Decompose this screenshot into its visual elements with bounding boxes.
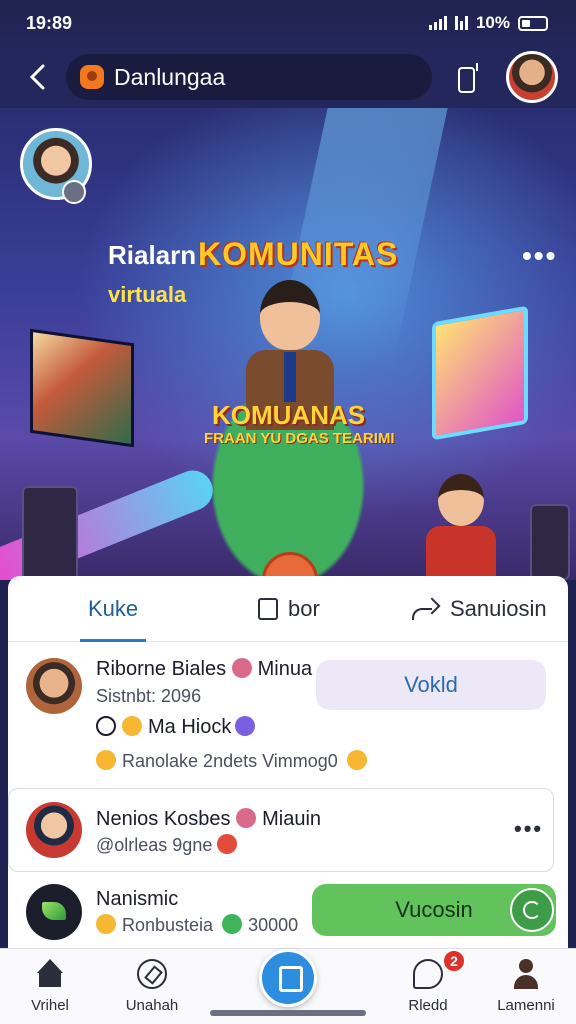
person-icon <box>511 959 541 989</box>
community-title: Danlungaa <box>114 63 226 90</box>
hero-logo-tagline: FRAAN YU DGAS TEARIMI <box>204 430 395 447</box>
top-nav: Danlungaa <box>0 46 576 108</box>
tab-sanuiosin[interactable]: Sanuiosin <box>412 576 547 642</box>
feed-item-title-suffix: Minua <box>257 658 313 680</box>
user-avatar[interactable] <box>26 884 82 940</box>
status-bar: 19:89 10% <box>0 0 576 46</box>
community-icon <box>80 65 104 89</box>
feed-item-line: Ma <box>148 716 176 738</box>
battery-percent: 10% <box>475 13 510 32</box>
nav-label: Lamenni <box>497 997 555 1014</box>
compass-icon <box>137 959 167 989</box>
share-arrow-icon <box>412 598 438 620</box>
smile-emoji-icon <box>96 750 116 770</box>
feed-card: Kuke bor Sanuiosin Riborne Biales Minua … <box>8 576 568 956</box>
green-arrow-icon <box>222 914 243 934</box>
signal-icon <box>428 16 447 30</box>
feed-item-line-suffix: Hiock <box>181 716 232 738</box>
purple-badge-icon <box>235 716 256 736</box>
speaker-illustration <box>22 486 78 580</box>
feed-item-reactions: Ma Hiock <box>96 716 261 739</box>
feed-item-stats: Ranolake 2ndets Vimmog0 <box>96 750 373 772</box>
status-time: 19:89 <box>26 12 73 33</box>
smile-emoji-icon <box>96 914 116 934</box>
feed-item-title: Nanismic <box>96 888 179 910</box>
feed-item-name: Nenios Kosbes <box>96 808 231 830</box>
home-indicator[interactable] <box>210 1010 366 1016</box>
user-avatar[interactable] <box>26 802 82 858</box>
hero-banner[interactable]: Rialarn KOMUNITAS virtuala ••• KOMUANAS … <box>0 108 576 580</box>
hero-title-prefix: Rialarn <box>108 240 197 270</box>
nav-profile[interactable]: Lamenni <box>486 959 566 1014</box>
feed-item-name: Riborne Biales <box>96 658 227 680</box>
create-post-button[interactable] <box>259 949 317 1007</box>
notification-badge: 2 <box>442 949 466 973</box>
back-button[interactable] <box>14 53 62 101</box>
feed-item-stats-text: Ranolake 2ndets Vimmog0 <box>122 751 338 771</box>
nav-label: Unahah <box>125 997 179 1014</box>
red-badge-icon <box>217 834 238 854</box>
status-icons: 10% <box>428 13 548 33</box>
user-avatar[interactable] <box>26 658 82 714</box>
chevron-left-icon <box>29 64 45 90</box>
tab-label: bor <box>288 596 320 621</box>
guitarist-illustration <box>412 474 502 580</box>
feed-item-title: Nenios Kosbes Miauin <box>96 808 321 831</box>
speaker-illustration <box>530 504 570 580</box>
nav-explore[interactable]: Unahah <box>112 959 192 1014</box>
tab-label: Sanuiosin <box>450 596 547 621</box>
hero-title-highlight: KOMUNITAS <box>198 236 399 272</box>
flower-emoji-icon <box>236 808 257 828</box>
feed-item-meta: Ronbusteia 30000 <box>96 914 298 936</box>
tab-bar: Kuke bor Sanuiosin <box>8 576 568 642</box>
nav-label: Vrihel <box>31 997 69 1014</box>
profile-avatar[interactable] <box>506 51 558 103</box>
share-icon[interactable] <box>452 62 480 93</box>
hero-subtitle: virtuala <box>108 282 187 307</box>
camera-badge-icon[interactable] <box>62 180 86 204</box>
poster-illustration <box>30 328 134 448</box>
feed-item-title-suffix: Miauin <box>262 808 322 830</box>
smile-outline-icon <box>96 716 116 736</box>
battery-icon <box>518 15 548 31</box>
tab-bor[interactable]: bor <box>258 576 320 642</box>
clap-emoji-icon <box>346 750 367 770</box>
refresh-icon[interactable] <box>510 888 554 932</box>
home-icon <box>35 959 65 989</box>
nav-home[interactable]: Vrihel <box>10 959 90 1014</box>
vokld-button[interactable]: Vokld <box>316 660 546 710</box>
screen-illustration <box>432 305 528 441</box>
tab-kuke[interactable]: Kuke <box>79 576 147 642</box>
feed-item-meta-text: @olrleas 9gne <box>96 835 213 855</box>
feed-item-meta: @olrleas 9gne <box>96 834 243 856</box>
hero-logo-text: KOMUANAS <box>212 400 366 430</box>
hero-more-button[interactable]: ••• <box>522 240 557 272</box>
feed-item-meta-text: Ronbusteia <box>122 915 214 935</box>
feed-item-title: Riborne Biales Minua <box>96 658 312 681</box>
community-title-pill[interactable]: Danlungaa <box>66 54 432 100</box>
tab-label: Kuke <box>88 596 139 621</box>
nav-label: Rledd <box>408 997 448 1014</box>
document-icon <box>258 598 278 620</box>
feed-item-meta-count: 30000 <box>248 915 299 935</box>
flower-emoji-icon <box>231 658 252 678</box>
more-options-button[interactable]: ••• <box>514 816 543 842</box>
chat-bubble-icon <box>413 959 443 989</box>
feed-item-meta: Sistnbt: 2096 <box>96 686 202 706</box>
wifi-icon <box>454 16 468 30</box>
smile-emoji-icon <box>122 716 142 736</box>
